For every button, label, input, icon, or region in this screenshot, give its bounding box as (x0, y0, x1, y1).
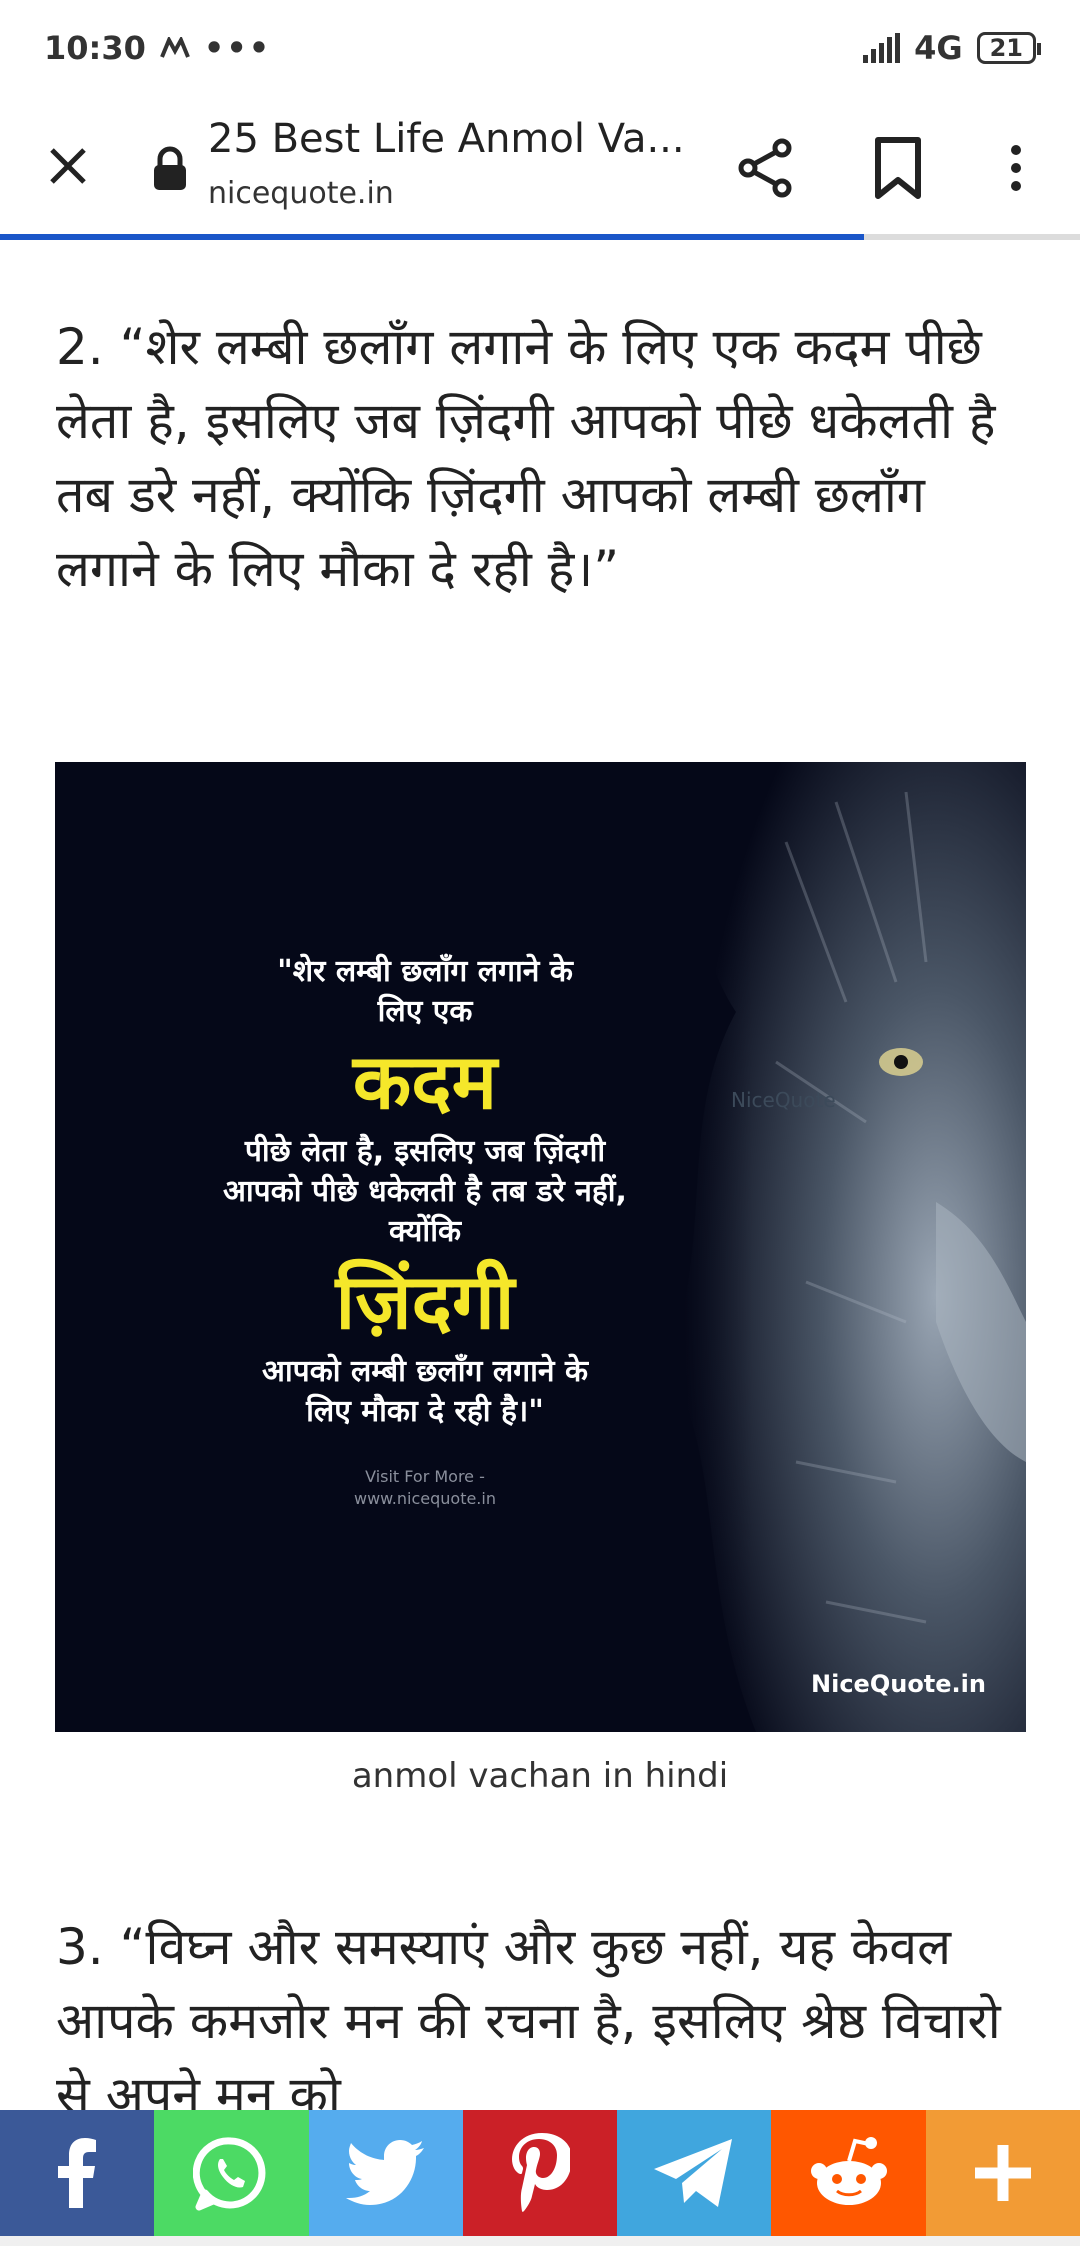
image-brand: NiceQuote.in (811, 1670, 986, 1698)
notification-m-icon (160, 37, 190, 58)
quote-2-text: 2. “शेर लम्बी छलाँग लगाने के लिए एक कदम … (56, 318, 996, 598)
network-type: 4G (914, 29, 963, 67)
quote-3-text: 3. “विघ्न और समस्याएं और कुछ नहीं, यह के… (56, 1918, 1001, 2124)
pinterest-share-button[interactable] (462, 2110, 618, 2236)
image-visit-url: www.nicequote.in (354, 1489, 496, 1508)
twitter-icon (345, 2140, 424, 2205)
lock-icon[interactable] (150, 146, 190, 192)
telegram-icon (654, 2139, 733, 2207)
status-bar: 10:30 ••• 4G 21 (0, 0, 1080, 96)
image-line: पीछे लेता है, इसलिए जब ज़िंदगी (244, 1134, 606, 1169)
image-line: लिए मौका दे रही है।" (306, 1394, 544, 1429)
image-line: आपको पीछे धकेलती है तब डरे नहीं, (223, 1174, 627, 1209)
page-load-progress-fill (0, 234, 864, 240)
share-icon[interactable] (736, 136, 796, 200)
plus-icon (974, 2145, 1031, 2201)
more-options-button[interactable] (996, 136, 1036, 200)
facebook-share-button[interactable] (0, 2110, 155, 2236)
image-quote-text: "शेर लम्बी छलाँग लगाने के लिए एक कदम पीछ… (165, 952, 685, 1510)
twitter-share-button[interactable] (308, 2110, 463, 2236)
facebook-icon (58, 2138, 97, 2208)
close-button[interactable] (36, 134, 100, 198)
status-time: 10:30 (44, 29, 146, 67)
page-title: 25 Best Life Anmol Va... (208, 116, 685, 162)
quote-image[interactable]: NiceQuote "शेर लम्बी छलाँग लगाने के लिए … (55, 762, 1026, 1732)
bookmark-icon[interactable] (870, 136, 926, 200)
image-highlight-word: कदम (352, 1037, 498, 1126)
page-url: nicequote.in (208, 176, 394, 211)
page-load-progress (0, 234, 1080, 240)
pinterest-icon (511, 2133, 570, 2212)
image-line: "शेर लम्बी छलाँग लगाने के (277, 954, 573, 989)
image-line: लिए एक (377, 994, 473, 1029)
more-notifications-icon: ••• (203, 29, 272, 67)
reddit-icon (810, 2137, 887, 2205)
image-caption: anmol vachan in hindi (351, 1756, 729, 1796)
image-line: आपको लम्बी छलाँग लगाने के (262, 1354, 588, 1389)
image-line: क्योंकि (388, 1214, 462, 1249)
image-watermark: NiceQuote (731, 1088, 836, 1112)
status-right: 4G 21 (863, 29, 1042, 67)
social-share-bar (0, 2110, 1080, 2236)
image-highlight-word: ज़िंदगी (335, 1257, 515, 1346)
bottom-edge (0, 2236, 1080, 2246)
more-share-button[interactable] (925, 2110, 1080, 2236)
close-icon (50, 148, 86, 184)
reddit-share-button[interactable] (771, 2110, 926, 2236)
whatsapp-share-button[interactable] (154, 2110, 309, 2236)
whatsapp-icon (193, 2137, 266, 2211)
signal-icon (863, 33, 901, 63)
browser-toolbar: 25 Best Life Anmol Va... nicequote.in (0, 96, 1080, 236)
telegram-share-button[interactable] (617, 2110, 772, 2236)
battery-indicator: 21 (976, 32, 1042, 64)
status-left: 10:30 ••• (44, 29, 271, 67)
image-visit-text: Visit For More - (365, 1467, 485, 1486)
